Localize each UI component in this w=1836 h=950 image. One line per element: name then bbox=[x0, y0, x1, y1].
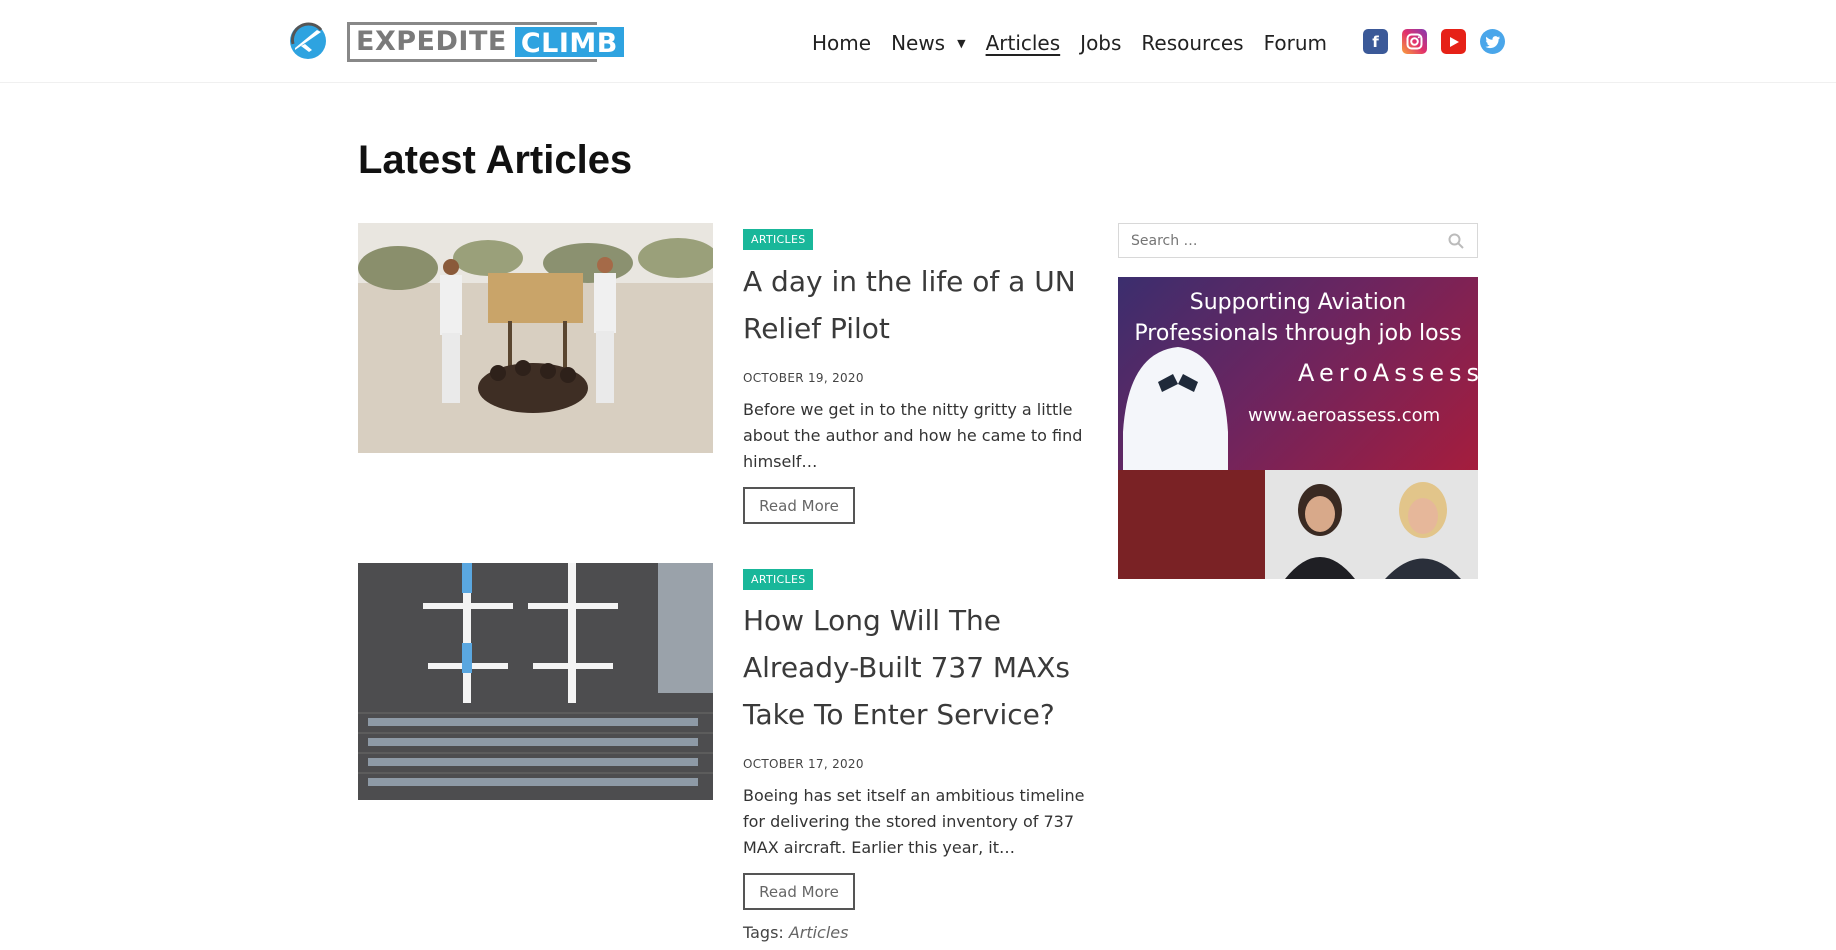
nav-item-jobs[interactable]: Jobs bbox=[1080, 31, 1121, 55]
caret-down-icon[interactable]: ▼ bbox=[957, 37, 965, 50]
nav-item-resources[interactable]: Resources bbox=[1141, 31, 1243, 55]
nav-item-label: Home bbox=[812, 31, 872, 55]
search-box bbox=[1118, 223, 1478, 258]
ad-url: www.aeroassess.com bbox=[1248, 405, 1441, 426]
post-excerpt: Boeing has set itself an ambitious timel… bbox=[743, 786, 1085, 857]
site-logo[interactable]: EXPEDITE CLIMB bbox=[347, 22, 626, 62]
nav-item-label: Articles bbox=[985, 31, 1061, 55]
post-tags: Tags: Articles bbox=[743, 923, 848, 942]
nav-item-articles[interactable]: Articles bbox=[986, 31, 1061, 55]
ad-people-photo bbox=[1265, 470, 1478, 579]
main-nav: Home News ▼ Articles Jobs Resources Forum bbox=[812, 29, 1347, 57]
ad-panel bbox=[1118, 470, 1265, 579]
page-title: Latest Articles bbox=[358, 138, 633, 182]
ad-headline: Supporting Aviation Professionals throug… bbox=[1134, 290, 1462, 346]
instagram-icon[interactable] bbox=[1402, 29, 1427, 54]
nav-item-forum[interactable]: Forum bbox=[1264, 31, 1327, 55]
read-more-button[interactable]: Read More bbox=[743, 487, 855, 524]
logo-word-climb: CLIMB bbox=[512, 25, 626, 59]
post-excerpt: Before we get in to the nitty gritty a l… bbox=[743, 400, 1083, 471]
logo-word-expedite: EXPEDITE bbox=[350, 25, 513, 59]
search-input[interactable] bbox=[1119, 224, 1429, 257]
tag-link[interactable]: Articles bbox=[789, 923, 849, 942]
nav-item-label: News bbox=[891, 31, 946, 55]
nav-item-label: Jobs bbox=[1080, 31, 1122, 55]
nav-item-home[interactable]: Home bbox=[812, 31, 871, 55]
category-badge[interactable]: ARTICLES bbox=[743, 229, 814, 250]
post-thumbnail[interactable] bbox=[358, 563, 713, 800]
nav-item-label: Forum bbox=[1263, 31, 1327, 55]
youtube-icon[interactable] bbox=[1441, 29, 1466, 54]
site-header: EXPEDITE CLIMB Home News ▼ Articles Jobs … bbox=[0, 0, 1836, 83]
ad-brand: AeroAssess bbox=[1298, 359, 1478, 387]
nav-item-label: Resources bbox=[1141, 31, 1244, 55]
search-icon[interactable] bbox=[1447, 232, 1465, 250]
logo-plane-icon[interactable] bbox=[287, 20, 329, 62]
post-date: OCTOBER 19, 2020 bbox=[743, 371, 864, 385]
post-title[interactable]: A day in the life of a UN Relief Pilot bbox=[743, 258, 1103, 352]
post-thumbnail[interactable] bbox=[358, 223, 713, 453]
facebook-icon[interactable]: f bbox=[1363, 29, 1388, 54]
sidebar-ad-banner[interactable]: Supporting Aviation Professionals throug… bbox=[1118, 277, 1478, 579]
nav-item-news[interactable]: News ▼ bbox=[891, 31, 966, 55]
read-more-button[interactable]: Read More bbox=[743, 873, 855, 910]
post-title[interactable]: How Long Will The Already-Built 737 MAXs… bbox=[743, 597, 1103, 738]
tags-label: Tags: bbox=[743, 923, 784, 942]
social-links: f bbox=[1363, 29, 1519, 54]
category-badge[interactable]: ARTICLES bbox=[743, 569, 814, 590]
twitter-icon[interactable] bbox=[1480, 29, 1505, 54]
post-date: OCTOBER 17, 2020 bbox=[743, 757, 864, 771]
